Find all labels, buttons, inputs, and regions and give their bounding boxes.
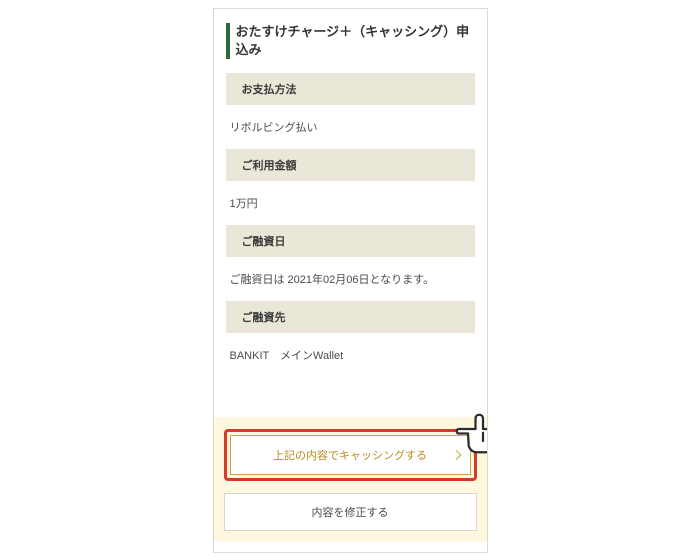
confirm-cashing-label: 上記の内容でキャッシングする	[273, 447, 427, 463]
section-value-amount: 1万円	[226, 181, 475, 225]
confirm-cashing-button[interactable]: 上記の内容でキャッシングする	[230, 435, 471, 475]
section-header-payment: お支払方法	[226, 73, 475, 105]
section-header-amount: ご利用金額	[226, 149, 475, 181]
edit-content-button[interactable]: 内容を修正する	[224, 493, 477, 531]
section-value-payment: リボルビング払い	[226, 105, 475, 149]
title-accent-bar	[226, 23, 230, 59]
section-value-date: ご融資日は 2021年02月06日となります。	[226, 257, 475, 301]
app-screen: おたすけチャージ＋（キャッシング）申込み お支払方法 リボルビング払い ご利用金…	[213, 8, 488, 553]
page-title: おたすけチャージ＋（キャッシング）申込み	[236, 23, 475, 59]
section-header-destination: ご融資先	[226, 301, 475, 333]
edit-content-label: 内容を修正する	[312, 504, 389, 520]
spacer	[226, 377, 475, 417]
section-value-destination: BANKIT メインWallet	[226, 333, 475, 377]
button-zone: 上記の内容でキャッシングする 内容を修正する	[214, 417, 487, 541]
section-header-date: ご融資日	[226, 225, 475, 257]
highlight-frame: 上記の内容でキャッシングする	[224, 429, 477, 481]
page-title-wrap: おたすけチャージ＋（キャッシング）申込み	[226, 23, 475, 59]
